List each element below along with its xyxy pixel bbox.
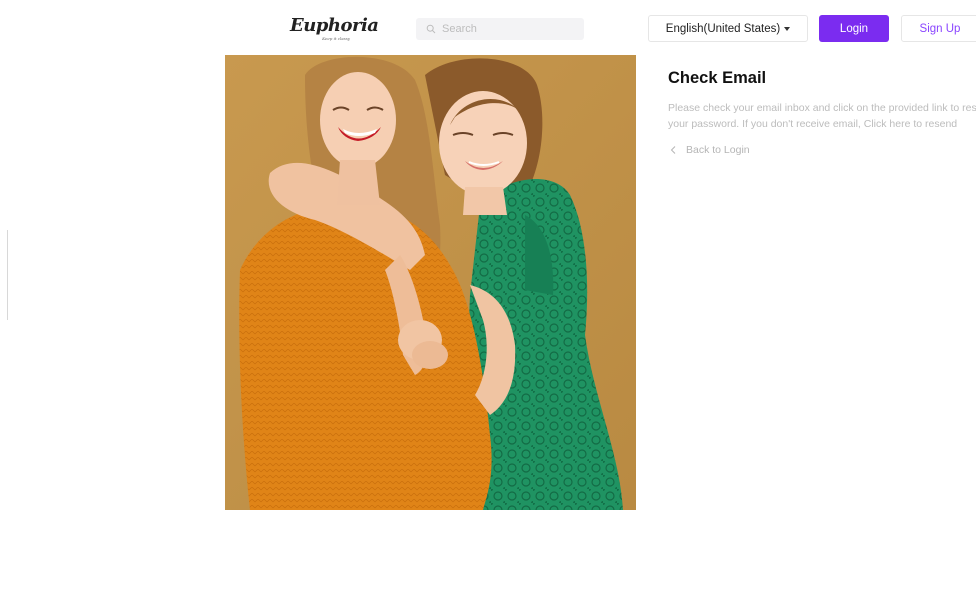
chevron-left-icon: [670, 146, 676, 154]
logo-tagline: Keep it classy: [322, 36, 350, 41]
search-bar[interactable]: [416, 18, 584, 40]
language-select[interactable]: English(United States): [648, 15, 808, 42]
caret-down-icon: [784, 26, 791, 31]
language-label: English(United States): [665, 22, 781, 35]
back-to-login-label: Back to Login: [686, 144, 750, 156]
search-icon: [426, 24, 436, 34]
left-divider: [7, 230, 8, 320]
logo-text: Euphoria: [290, 15, 379, 36]
signup-button-label: Sign Up: [919, 22, 961, 35]
signup-button[interactable]: Sign Up: [901, 15, 976, 42]
login-button[interactable]: Login: [819, 15, 889, 42]
hero-image: [225, 55, 636, 510]
instruction-text: Please check your email inbox and click …: [668, 102, 976, 130]
hero-illustration: [225, 55, 636, 510]
login-button-label: Login: [839, 22, 869, 35]
page: Euphoria Keep it classy English(United S…: [0, 0, 976, 592]
back-to-login-link[interactable]: Back to Login: [670, 144, 750, 156]
page-title: Check Email: [668, 69, 767, 87]
search-input[interactable]: [442, 23, 572, 35]
logo[interactable]: Euphoria Keep it classy: [290, 15, 379, 44]
